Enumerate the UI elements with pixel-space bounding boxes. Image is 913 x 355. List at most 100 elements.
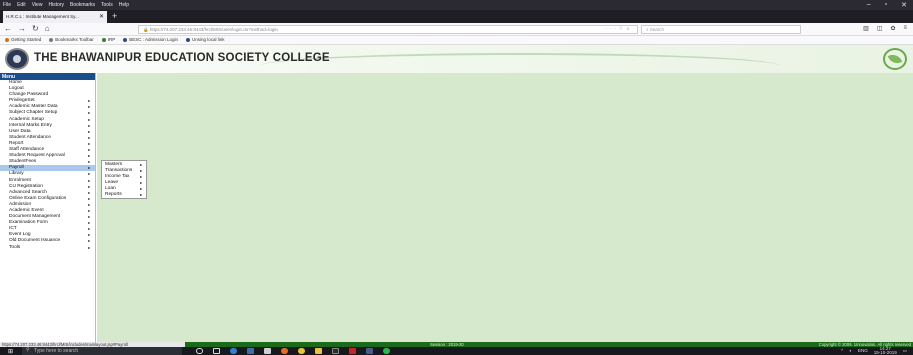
college-name: THE BHAWANIPUR EDUCATION SOCIETY COLLEGE xyxy=(34,52,330,64)
browser-menu-file[interactable]: File xyxy=(3,2,11,8)
browser-menu-tools[interactable]: Tools xyxy=(101,2,113,8)
bookmark-label: IRP xyxy=(107,37,116,42)
bookmark-item[interactable]: Unsing local link xyxy=(186,37,225,43)
tab-strip: H.R.C.L : Institute Management Sy... ✕ + xyxy=(0,10,913,23)
home-icon[interactable]: ⌂ xyxy=(45,24,50,33)
app-icon[interactable] xyxy=(366,348,373,354)
sidebar-item-label: Examination Form xyxy=(9,220,48,226)
library-icon[interactable]: ▥ xyxy=(863,25,869,32)
whatsapp-icon[interactable] xyxy=(383,348,390,354)
close-tab-icon[interactable]: ✕ xyxy=(99,13,104,20)
sidebar-item-label: Event Log xyxy=(9,232,31,238)
back-icon[interactable]: ← xyxy=(4,24,12,33)
bookmark-item[interactable]: BESC : Admission Login xyxy=(123,37,178,43)
media-icon[interactable] xyxy=(332,348,339,354)
page-actions-icon[interactable]: ··· xyxy=(605,26,619,31)
submenu-item-label: Leave xyxy=(105,180,119,185)
sidebar-toggle-icon[interactable]: ◫ xyxy=(877,25,883,32)
explorer-icon[interactable] xyxy=(315,348,322,354)
url-bar[interactable]: 🔒 https://74.207.233.46:8443/hrcl/MIS/us… xyxy=(138,25,638,34)
browser-menu-bar: File Edit View History Bookmarks Tools Help – … xyxy=(0,0,913,10)
bookmark-star-icon[interactable]: ☆ xyxy=(626,26,633,31)
search-icon: ⌕ xyxy=(646,27,649,32)
bookmark-favicon-icon xyxy=(101,37,106,42)
clock[interactable]: 14:27 15-10-2019 xyxy=(873,346,897,355)
sidebar-item-label: Tools xyxy=(9,244,21,250)
browser-menu-help[interactable]: Help xyxy=(119,2,129,8)
task-view-icon[interactable] xyxy=(213,348,220,354)
store-icon[interactable] xyxy=(247,348,254,354)
sidebar-item-label: Online Exam Configuration xyxy=(9,195,67,201)
edge-icon[interactable] xyxy=(230,348,237,354)
search-icon: ⚲ xyxy=(26,347,30,353)
sidebar-item-label: Logout xyxy=(9,86,24,92)
submenu-item-label: Loan xyxy=(105,186,116,191)
taskbar: ⊞ ⚲ Type here to search ^ ◐ ENG 14:27 15… xyxy=(0,346,913,355)
extension-icon[interactable]: ✿ xyxy=(890,25,895,32)
network-icon[interactable]: ◐ xyxy=(849,347,852,355)
submenu-item-label: Transactions xyxy=(105,168,133,173)
browser-menu-edit[interactable]: Edit xyxy=(17,2,26,8)
tab-title: H.R.C.L : Institute Management Sy... xyxy=(6,14,79,19)
mail-icon[interactable] xyxy=(264,348,271,354)
sidebar-item-label: Student Request Approval xyxy=(9,153,65,159)
bookmark-favicon-icon xyxy=(123,37,128,42)
sidebar-item-label: Academic Master Data xyxy=(9,104,58,110)
new-tab-icon[interactable]: + xyxy=(112,11,117,21)
cortana-icon[interactable] xyxy=(196,348,203,354)
maximize-icon[interactable]: ▫ xyxy=(885,1,887,9)
lock-icon: 🔒 xyxy=(143,27,149,32)
sidebar-item-label: Library xyxy=(9,171,24,177)
sidebar-item-label: User Data xyxy=(9,128,31,134)
leaf-logo-icon xyxy=(883,48,907,70)
submenu-arrow-icon: ► xyxy=(87,245,91,250)
pocket-icon[interactable]: ♡ xyxy=(619,26,626,31)
sidebar-item-label: Document Management xyxy=(9,214,61,220)
sidebar-item-tools[interactable]: Tools ► xyxy=(0,245,95,251)
submenu-item-label: Income Tax xyxy=(105,174,130,179)
tray-arrow-icon[interactable]: ^ xyxy=(841,347,843,355)
url-text: 74.207.233.46:8443/hrcl/MIS/user/login.d… xyxy=(163,27,278,32)
submenu-item-reports[interactable]: Reports ► xyxy=(102,192,146,198)
clock-date: 15-10-2019 xyxy=(873,350,897,355)
taskbar-apps xyxy=(196,348,390,354)
notifications-icon[interactable]: ▭ xyxy=(903,347,907,355)
minimize-icon[interactable]: – xyxy=(867,1,871,9)
sidebar-item-label: StudentFees xyxy=(9,159,37,165)
bookmark-label: BESC : Admission Login xyxy=(129,37,179,42)
bookmark-favicon-icon xyxy=(186,37,191,42)
sidebar-item-label: Student Attendance xyxy=(9,134,51,140)
browser-menu-bookmarks[interactable]: Bookmarks xyxy=(70,2,95,8)
browser-tab[interactable]: H.R.C.L : Institute Management Sy... ✕ xyxy=(3,11,107,23)
hamburger-menu-icon[interactable]: ≡ xyxy=(903,25,907,32)
forward-icon[interactable]: → xyxy=(18,24,26,33)
sidebar-item-label: Home xyxy=(9,80,22,85)
browser-menu-view[interactable]: View xyxy=(32,2,43,8)
bookmark-favicon-icon xyxy=(5,37,9,42)
bookmark-item[interactable]: Getting Started xyxy=(5,37,41,43)
language-indicator[interactable]: ENG xyxy=(858,347,868,355)
header-swoosh xyxy=(260,53,780,73)
firefox-icon[interactable] xyxy=(281,348,288,354)
menu-title: Menu xyxy=(0,73,95,80)
close-icon[interactable]: ✕ xyxy=(901,1,907,9)
sidebar-item-label: Internal Marks Entry xyxy=(9,122,52,128)
url-prefix: https:// xyxy=(149,27,164,32)
bookmark-item[interactable]: Bookmarks Toolbar xyxy=(49,37,94,43)
main-content xyxy=(97,73,913,342)
sidebar-item-label: Change Password xyxy=(9,92,49,98)
reload-icon[interactable]: ↻ xyxy=(32,24,39,33)
windows-start-icon[interactable]: ⊞ xyxy=(8,348,13,355)
submenu-item-label: Reports xyxy=(105,192,122,197)
bookmark-item[interactable]: IRP xyxy=(101,37,116,43)
chrome-icon[interactable] xyxy=(298,348,305,354)
search-input[interactable]: ⌕ Search xyxy=(641,25,801,34)
sidebar-item-label: Advanced Search xyxy=(9,189,47,195)
browser-menu-history[interactable]: History xyxy=(48,2,64,8)
acrobat-icon[interactable] xyxy=(349,348,356,354)
sidebar-item-label: CU Registration xyxy=(9,183,43,189)
submenu-arrow-icon: ► xyxy=(139,193,143,197)
bookmarks-toolbar: Getting Started Bookmarks Toolbar IRP BESC … xyxy=(0,36,913,45)
menu-list: Home Logout Change Password PrivilegeSet ► Ac… xyxy=(0,80,95,251)
taskbar-search[interactable]: ⚲ Type here to search xyxy=(22,347,182,355)
